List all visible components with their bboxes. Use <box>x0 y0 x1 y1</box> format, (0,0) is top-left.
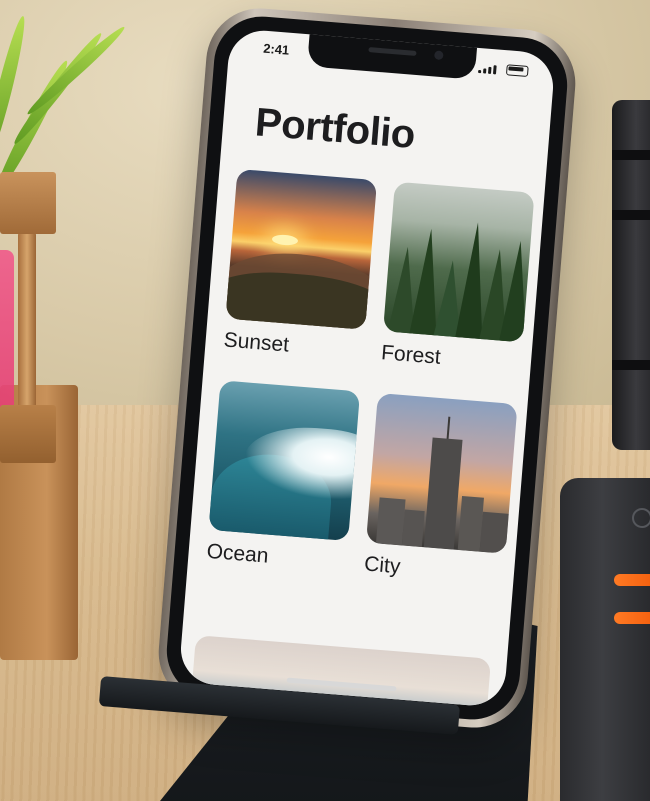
tile-label: Sunset <box>222 328 290 357</box>
ocean-thumbnail[interactable] <box>208 380 361 542</box>
portfolio-tile-ocean[interactable]: Ocean <box>205 380 361 575</box>
cellular-signal-icon <box>478 63 499 75</box>
charger-led <box>614 612 650 624</box>
earpiece-speaker <box>368 47 417 56</box>
phone-screen: 2:41 Portfolio Sunset Forest Ocean City <box>178 27 556 709</box>
tile-label: Ocean <box>205 539 270 568</box>
portfolio-tile-forest[interactable]: Forest <box>380 181 535 377</box>
charger-led <box>614 574 650 586</box>
front-camera <box>433 50 444 61</box>
city-thumbnail[interactable] <box>366 392 518 554</box>
status-time: 2:41 <box>262 40 290 58</box>
battery-icon <box>505 64 529 77</box>
tile-label: Forest <box>380 341 442 369</box>
smartphone: 2:41 Portfolio Sunset Forest Ocean City <box>154 4 580 732</box>
portfolio-grid: Sunset Forest Ocean City <box>206 168 537 578</box>
portfolio-tile-sunset[interactable]: Sunset <box>222 168 378 364</box>
sunset-thumbnail[interactable] <box>225 168 378 330</box>
power-button-icon <box>632 508 650 528</box>
portfolio-tile-city[interactable]: City <box>363 392 518 588</box>
forest-thumbnail[interactable] <box>383 181 535 343</box>
page-title: Portfolio <box>253 100 417 158</box>
photo-scene: 2:41 Portfolio Sunset Forest Ocean City <box>0 0 650 801</box>
tile-label: City <box>363 552 402 579</box>
